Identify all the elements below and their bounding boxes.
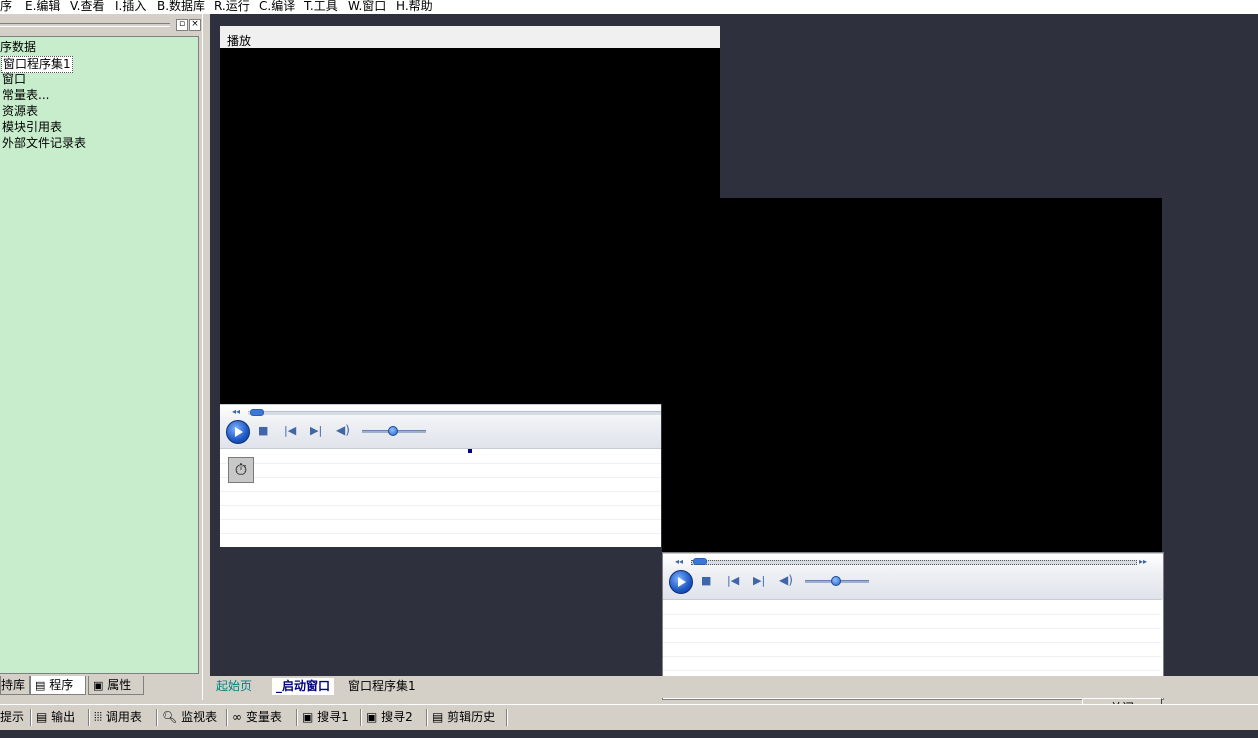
fast-forward-icon[interactable]: ▸▸: [1139, 556, 1147, 568]
menu-window[interactable]: W.窗口: [348, 0, 386, 14]
tab-program[interactable]: ▤ 程序: [30, 676, 86, 695]
clipboard-icon: ▤: [432, 710, 444, 724]
tool-clip-history[interactable]: ▤ 剪辑历史: [432, 709, 495, 725]
selection-handle[interactable]: [468, 449, 472, 453]
tab-label: 程序: [49, 678, 74, 692]
playlist-area: ⏱: [220, 448, 661, 547]
menu-insert[interactable]: I.插入: [115, 0, 146, 14]
tool-search2[interactable]: ▣ 搜寻2: [366, 709, 413, 725]
tab-label: 起始页: [216, 679, 253, 693]
next-icon[interactable]: ▶|: [310, 425, 322, 437]
stop-icon[interactable]: ■: [701, 575, 711, 587]
search-icon: 🔍︎: [162, 710, 178, 724]
panel-titlebar: ▫ ×: [0, 16, 202, 32]
window-title: 播放: [227, 34, 252, 48]
restore-icon[interactable]: ▫: [176, 19, 188, 31]
seek-bar[interactable]: [248, 411, 661, 415]
menu-program[interactable]: 序: [0, 0, 12, 14]
volume-icon[interactable]: ◀): [779, 574, 793, 586]
tool-label: 变量表: [245, 710, 282, 724]
tree-item-external-files[interactable]: 外部文件记录表: [2, 136, 86, 151]
video-area: [220, 48, 720, 404]
menu-database[interactable]: B.数据库: [157, 0, 205, 14]
tool-variables[interactable]: ∞ 变量表: [232, 709, 282, 725]
tree-item-window-assembly[interactable]: 窗口程序集1: [1, 56, 73, 73]
tab-label: 持库: [1, 678, 26, 692]
tab-properties[interactable]: ▣ 属性: [88, 676, 144, 695]
search-doc-icon: ▣: [366, 710, 378, 724]
next-icon[interactable]: ▶|: [753, 575, 765, 587]
document-icon: ▤: [35, 679, 46, 692]
tool-label: 调用表: [105, 710, 142, 724]
menu-bar: 序 E.编辑 V.查看 I.插入 B.数据库 R.运行 C.编译 T.工具 W.…: [0, 0, 1258, 14]
document-tabs: 起始页 _启动窗口 窗口程序集1: [210, 676, 1258, 698]
tab-start-page[interactable]: 起始页: [216, 678, 252, 695]
preview-video-area: [662, 198, 1162, 552]
tool-output[interactable]: ▤ 输出: [36, 709, 75, 725]
media-player-controls: ◂◂ ■ |◀ ▶| ◀): [220, 404, 661, 449]
tab-startup-window[interactable]: _启动窗口: [272, 678, 335, 695]
menu-tools[interactable]: T.工具: [304, 0, 338, 14]
menu-help[interactable]: H.帮助: [396, 0, 433, 14]
previous-icon[interactable]: |◀: [727, 575, 739, 587]
menu-view[interactable]: V.查看: [70, 0, 104, 14]
tool-call-stack[interactable]: ⦙⦙⦙ 调用表: [94, 709, 142, 725]
rewind-icon[interactable]: ◂◂: [232, 406, 240, 418]
tree-item-program-data[interactable]: 序数据: [0, 40, 36, 55]
tool-label: 搜寻2: [381, 710, 413, 724]
bottom-toolbar: 提示 ▤ 输出 ⦙⦙⦙ 调用表 🔍︎ 监视表 ∞ 变量表 ▣ 搜寻1 ▣ 搜寻2…: [0, 704, 1258, 731]
seek-bar[interactable]: [691, 560, 1137, 565]
tree-item-module-refs[interactable]: 模块引用表: [2, 120, 62, 135]
play-icon[interactable]: [226, 420, 250, 444]
tab-window-assembly[interactable]: 窗口程序集1: [348, 678, 416, 695]
output-icon: ▤: [36, 710, 48, 724]
stop-icon[interactable]: ■: [258, 425, 268, 437]
panel-tabs: 持库 ▤ 程序 ▣ 属性: [0, 676, 206, 696]
call-stack-icon: ⦙⦙⦙: [94, 710, 103, 724]
status-strip: [0, 730, 1258, 738]
preview-player-controls: ◂◂ ▸▸ ■ |◀ ▶| ◀): [663, 553, 1163, 600]
volume-thumb[interactable]: [831, 576, 841, 586]
tool-label: 输出: [51, 710, 76, 724]
tool-label: 监视表: [181, 710, 218, 724]
seek-thumb[interactable]: [693, 558, 707, 565]
search-doc-icon: ▣: [302, 710, 314, 724]
tab-support-library[interactable]: 持库: [0, 676, 30, 695]
volume-thumb[interactable]: [388, 426, 398, 436]
project-tree: 序数据 窗口程序集1 窗口 常量表... 资源表 模块引用表 外部文件记录表: [0, 36, 199, 674]
play-icon[interactable]: [669, 570, 693, 594]
tree-item-resources[interactable]: 资源表: [2, 104, 38, 119]
close-icon[interactable]: ×: [189, 19, 201, 31]
seek-thumb[interactable]: [250, 409, 264, 416]
panel-grip[interactable]: [0, 23, 170, 27]
project-panel: ▫ × 序数据 窗口程序集1 窗口 常量表... 资源表 模块引用表 外部文件记…: [0, 14, 206, 700]
tool-watch[interactable]: 🔍︎ 监视表: [162, 709, 217, 725]
tree-item-constants[interactable]: 常量表...: [2, 88, 49, 103]
tool-search1[interactable]: ▣ 搜寻1: [302, 709, 349, 725]
stopwatch-icon[interactable]: ⏱: [228, 457, 254, 483]
tool-label: 剪辑历史: [447, 710, 496, 724]
volume-icon[interactable]: ◀): [336, 424, 350, 436]
menu-compile[interactable]: C.编译: [259, 0, 295, 14]
previous-icon[interactable]: |◀: [284, 425, 296, 437]
tab-label: 窗口程序集1: [348, 679, 416, 693]
rewind-icon[interactable]: ◂◂: [675, 556, 683, 568]
menu-edit[interactable]: E.编辑: [25, 0, 60, 14]
tool-label: 搜寻1: [317, 710, 349, 724]
tab-label: _启动窗口: [276, 679, 331, 693]
tool-hints[interactable]: 提示: [0, 709, 24, 725]
tool-label: 提示: [0, 710, 25, 724]
properties-icon: ▣: [93, 679, 104, 692]
tree-item-window[interactable]: 窗口: [2, 72, 26, 87]
variables-icon: ∞: [232, 710, 242, 724]
designer-window[interactable]: 播放 ◂◂ ■ |◀ ▶| ◀) ⏱: [220, 26, 720, 547]
menu-run[interactable]: R.运行: [214, 0, 250, 14]
tab-label: 属性: [107, 678, 132, 692]
window-titlebar[interactable]: 播放: [220, 26, 720, 48]
